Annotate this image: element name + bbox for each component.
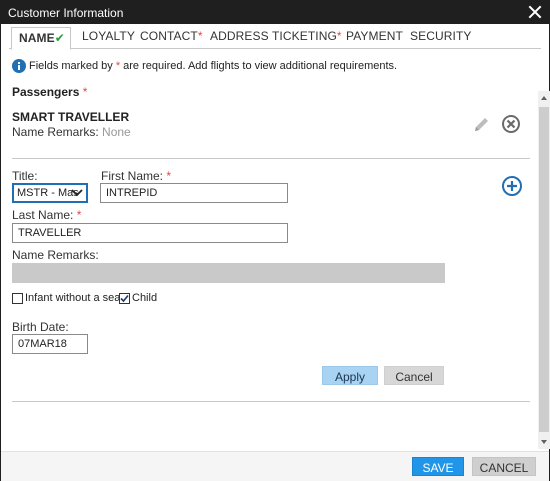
- name-remarks-field: [12, 263, 445, 283]
- scrollbar[interactable]: [538, 91, 550, 449]
- passenger-name: SMART TRAVELLER: [12, 110, 130, 124]
- chevron-down-icon: [71, 189, 83, 197]
- last-name-label: Last Name: *: [12, 208, 82, 222]
- first-name-input[interactable]: INTREPID: [100, 183, 288, 203]
- name-remarks-label: Name Remarks:: [12, 248, 99, 262]
- scroll-down-icon[interactable]: [538, 435, 550, 449]
- tab-name[interactable]: NAME✔: [11, 27, 71, 50]
- tab-address[interactable]: ADDRESS: [210, 29, 269, 49]
- title-label: Title:: [12, 169, 38, 183]
- add-circle-icon[interactable]: [501, 175, 523, 197]
- footer-cancel-button[interactable]: CANCEL: [472, 457, 536, 476]
- tab-payment[interactable]: PAYMENT: [346, 29, 403, 49]
- check-icon: ✔: [54, 31, 65, 45]
- birth-date-input[interactable]: 07MAR18: [12, 334, 88, 354]
- birth-date-label: Birth Date:: [12, 320, 69, 334]
- first-name-label: First Name: *: [101, 169, 172, 183]
- dialog-title: Customer Information: [8, 6, 124, 20]
- remove-circle-icon[interactable]: [501, 114, 521, 134]
- divider: [12, 158, 530, 159]
- title-select[interactable]: MSTR - Mas: [12, 183, 88, 203]
- apply-button[interactable]: Apply: [322, 366, 378, 385]
- close-icon[interactable]: [527, 3, 543, 21]
- tab-loyalty[interactable]: LOYALTY: [82, 29, 135, 49]
- child-checkbox[interactable]: [119, 293, 130, 304]
- checkbox-check-icon: [120, 294, 129, 303]
- dialog-footer: [1, 451, 549, 481]
- tab-bar: NAME✔ LOYALTY CONTACT* ADDRESS TICKETING…: [9, 27, 541, 50]
- info-icon: [12, 59, 26, 73]
- cancel-button[interactable]: Cancel: [384, 366, 444, 385]
- tab-ticketing[interactable]: TICKETING*: [272, 29, 342, 49]
- passengers-heading: Passengers *: [12, 85, 88, 99]
- passenger-name-remarks: Name Remarks: None: [12, 125, 131, 139]
- save-button[interactable]: SAVE: [412, 457, 464, 476]
- infant-label: Infant without a seat: [25, 292, 124, 304]
- infant-checkbox[interactable]: [12, 293, 23, 304]
- pencil-icon[interactable]: [471, 115, 491, 135]
- title-bar: Customer Information: [1, 1, 549, 24]
- customer-information-dialog: Customer Information NAME✔ LOYALTY CONTA…: [0, 0, 550, 481]
- info-text: Fields marked by * are required. Add fli…: [29, 60, 398, 72]
- tab-contact[interactable]: CONTACT*: [140, 29, 203, 49]
- child-label: Child: [132, 292, 158, 304]
- tab-security[interactable]: SECURITY: [410, 29, 471, 49]
- scroll-up-icon[interactable]: [538, 91, 550, 105]
- last-name-input[interactable]: TRAVELLER: [12, 223, 288, 243]
- scroll-thumb[interactable]: [539, 107, 549, 432]
- divider: [12, 401, 530, 402]
